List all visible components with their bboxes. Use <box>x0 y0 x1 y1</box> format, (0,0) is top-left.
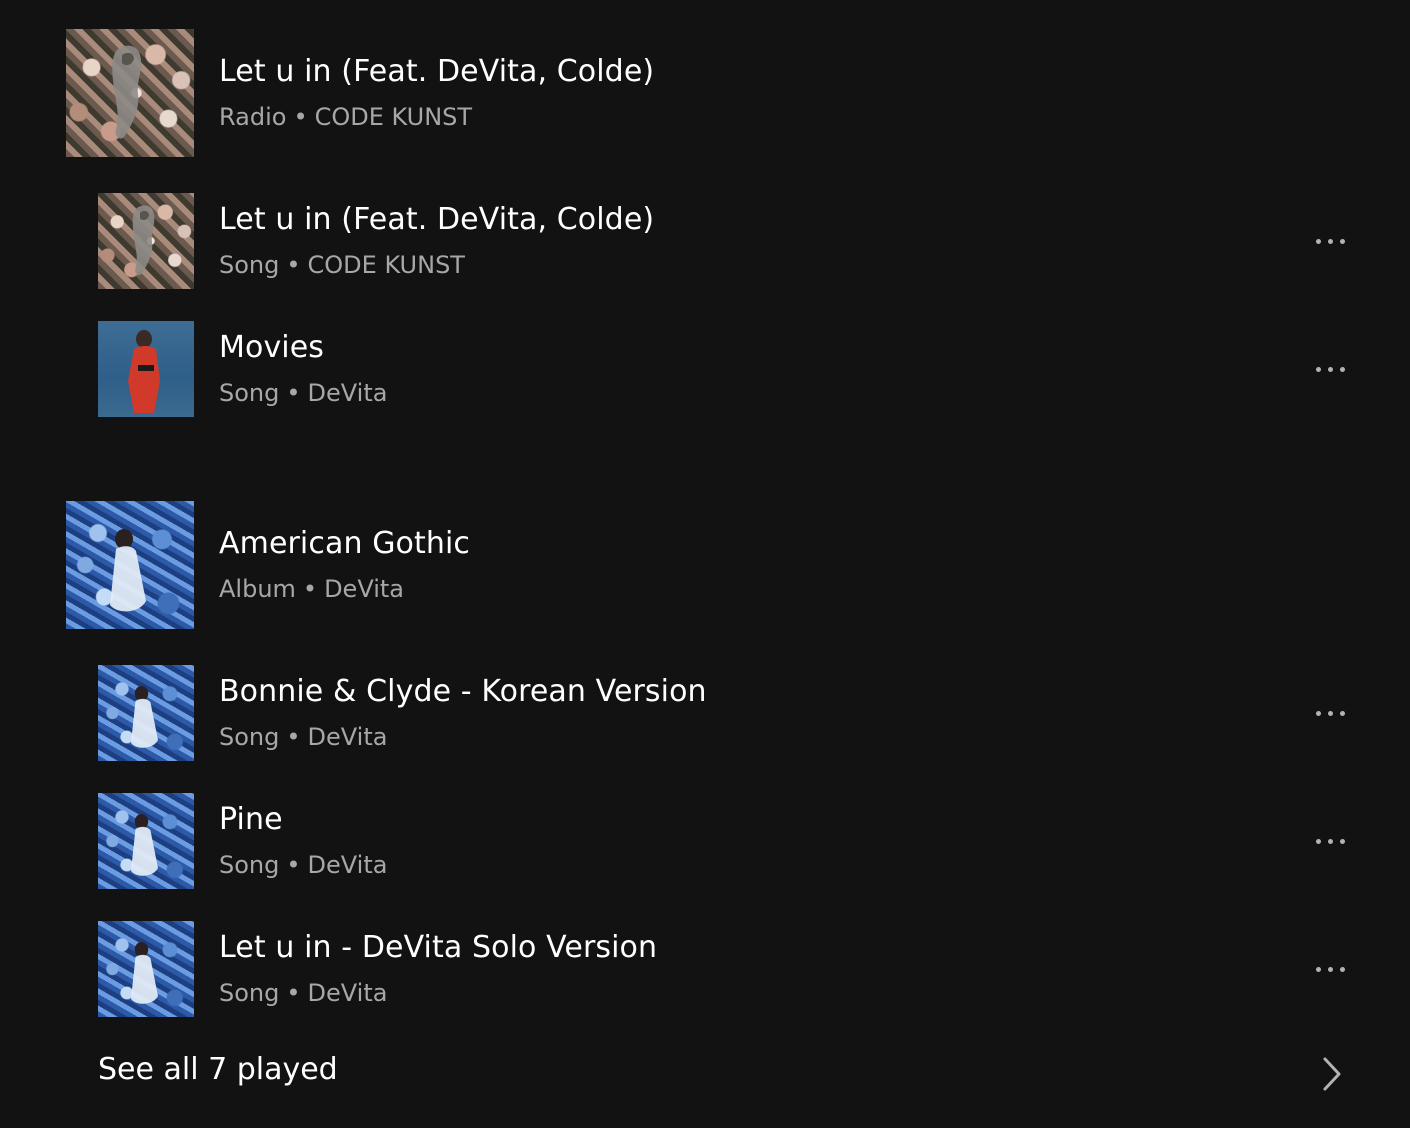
item-subtitle: Song • DeVita <box>219 723 387 751</box>
figure-icon <box>131 942 158 1004</box>
see-all-button[interactable]: See all 7 played <box>98 1052 338 1087</box>
item-artist[interactable]: DeVita <box>308 379 388 407</box>
separator-dot: • <box>286 979 301 1007</box>
figure-icon <box>132 205 155 276</box>
item-type: Song <box>219 723 280 751</box>
item-type: Radio <box>219 103 287 131</box>
cover-art <box>98 193 194 289</box>
cover-art <box>98 793 194 889</box>
more-options-icon[interactable] <box>1306 229 1354 253</box>
cover-art <box>98 321 194 417</box>
item-type: Song <box>219 979 280 1007</box>
separator-dot: • <box>286 251 301 279</box>
more-options-icon[interactable] <box>1306 829 1354 853</box>
recently-played-list: Let u in (Feat. DeVita, Colde) Radio • COD… <box>0 0 1410 1128</box>
item-subtitle: Song • DeVita <box>219 979 387 1007</box>
item-artist[interactable]: CODE KUNST <box>308 251 465 279</box>
figure-icon <box>112 45 142 139</box>
chevron-right-icon[interactable] <box>1316 1054 1346 1094</box>
item-title: Let u in (Feat. DeVita, Colde) <box>219 202 655 237</box>
separator-dot: • <box>293 103 308 131</box>
separator-dot: • <box>286 723 301 751</box>
cover-art <box>66 29 194 157</box>
separator-dot: • <box>286 379 301 407</box>
item-artist[interactable]: DeVita <box>308 723 388 751</box>
item-subtitle: Song • DeVita <box>219 851 387 879</box>
item-type: Album <box>219 575 296 603</box>
item-title: Let u in - DeVita Solo Version <box>219 930 658 965</box>
more-options-icon[interactable] <box>1306 957 1354 981</box>
cover-art <box>66 501 194 629</box>
item-type: Song <box>219 851 280 879</box>
item-type: Song <box>219 379 280 407</box>
more-options-icon[interactable] <box>1306 701 1354 725</box>
item-subtitle: Radio • CODE KUNST <box>219 103 472 131</box>
item-subtitle: Song • CODE KUNST <box>219 251 465 279</box>
figure-icon <box>131 686 158 748</box>
separator-dot: • <box>302 575 318 603</box>
item-type: Song <box>219 251 280 279</box>
item-title: Bonnie & Clyde - Korean Version <box>219 674 707 709</box>
item-artist[interactable]: CODE KUNST <box>315 103 472 131</box>
more-options-icon[interactable] <box>1306 357 1354 381</box>
figure-icon <box>131 814 158 876</box>
item-artist[interactable]: DeVita <box>324 575 404 603</box>
cover-art <box>98 921 194 1017</box>
item-title: Let u in (Feat. DeVita, Colde) <box>219 54 655 89</box>
item-artist[interactable]: DeVita <box>308 979 388 1007</box>
cover-art <box>98 665 194 761</box>
item-title: Pine <box>219 802 283 837</box>
item-artist[interactable]: DeVita <box>308 851 388 879</box>
item-title: American Gothic <box>219 526 471 561</box>
figure-icon <box>110 529 146 612</box>
item-subtitle: Song • DeVita <box>219 379 387 407</box>
item-title: Movies <box>219 330 325 365</box>
separator-dot: • <box>286 851 301 879</box>
item-subtitle: Album • DeVita <box>219 575 404 603</box>
person-icon <box>128 330 160 413</box>
